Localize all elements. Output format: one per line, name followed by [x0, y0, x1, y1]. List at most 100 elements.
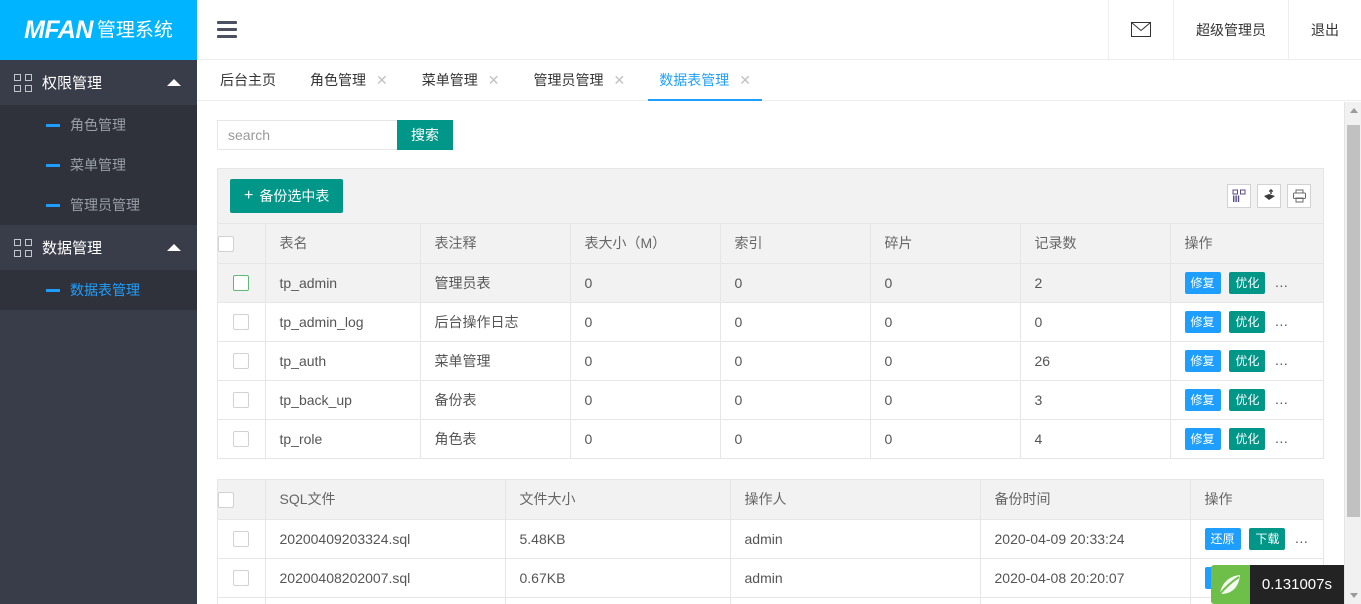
- row-checkbox[interactable]: [233, 353, 250, 370]
- tab-home[interactable]: 后台主页: [203, 60, 293, 100]
- sidebar-item-role-management[interactable]: 角色管理: [0, 105, 197, 145]
- repair-button[interactable]: 修复: [1184, 310, 1221, 333]
- messages-button[interactable]: [1108, 0, 1173, 59]
- table-row[interactable]: tp_auth 菜单管理 0 0 0 26 修复 优化 字典: [218, 341, 1323, 381]
- optimize-button[interactable]: 优化: [1229, 427, 1266, 450]
- chevron-up-icon[interactable]: [167, 244, 181, 251]
- column-header-fragment[interactable]: 碎片: [870, 224, 1021, 264]
- select-all-header: [218, 224, 266, 264]
- row-checkbox[interactable]: [233, 531, 250, 548]
- cell-record-count: 4: [1020, 419, 1171, 458]
- dictionary-button[interactable]: 字典: [1274, 388, 1311, 411]
- cell-index: 0: [720, 302, 871, 342]
- table-row[interactable]: tp_role 角色表 0 0 0 4 修复 优化 字典: [218, 419, 1323, 458]
- hamburger-icon[interactable]: [197, 0, 257, 59]
- close-icon[interactable]: ✕: [376, 73, 388, 87]
- table-row[interactable]: tp_back_up 备份表 0 0 0 3 修复 优化 字典: [218, 380, 1323, 420]
- backup-selected-button[interactable]: + 备份选中表: [230, 179, 344, 213]
- sidebar-item-admin-management[interactable]: 管理员管理: [0, 185, 197, 225]
- scroll-up-arrow[interactable]: [1345, 102, 1361, 119]
- repair-button[interactable]: 修复: [1184, 349, 1221, 372]
- dash-icon: [46, 163, 60, 167]
- cell-table-comment: 菜单管理: [420, 341, 571, 381]
- cell-table-size: 0: [570, 302, 721, 342]
- column-header-file-size[interactable]: 文件大小: [505, 480, 731, 520]
- datatable-toolbar: + 备份选中表: [218, 169, 1323, 224]
- tab-datatable-management[interactable]: 数据表管理 ✕: [642, 60, 768, 101]
- dictionary-button[interactable]: 字典: [1274, 271, 1311, 294]
- columns-icon[interactable]: [1227, 184, 1251, 208]
- app-root: MFAN 管理系统 权限管理 角色管理 菜单管理 管理员管理 数据管理 数据表管…: [0, 0, 1361, 604]
- optimize-button[interactable]: 优化: [1229, 349, 1266, 372]
- select-all-checkbox[interactable]: [218, 491, 234, 508]
- table-row[interactable]: 20200404143951.sql 5.05KB admin 2020-04-…: [218, 597, 1323, 604]
- column-header-table-name[interactable]: 表名: [265, 224, 421, 264]
- row-checkbox[interactable]: [233, 314, 250, 331]
- row-checkbox[interactable]: [233, 431, 250, 448]
- logout-button[interactable]: 退出: [1288, 0, 1361, 59]
- column-header-backup-time[interactable]: 备份时间: [980, 480, 1191, 520]
- close-icon[interactable]: ✕: [613, 73, 625, 87]
- table-row[interactable]: 20200408202007.sql 0.67KB admin 2020-04-…: [218, 558, 1323, 598]
- cell-operator: admin: [730, 597, 981, 604]
- column-header-operations: 操作: [1190, 480, 1323, 520]
- scroll-down-arrow[interactable]: [1345, 587, 1361, 604]
- sidebar-item-datatable-management[interactable]: 数据表管理: [0, 270, 197, 310]
- scrollbar-thumb[interactable]: [1347, 125, 1360, 517]
- row-checkbox[interactable]: [233, 570, 250, 587]
- optimize-button[interactable]: 优化: [1229, 388, 1266, 411]
- tab-label: 菜单管理: [421, 72, 478, 88]
- row-checkbox[interactable]: [233, 392, 250, 409]
- column-header-record-count[interactable]: 记录数: [1020, 224, 1171, 264]
- delete-button[interactable]: 删除: [1294, 527, 1323, 550]
- cell-index: 0: [720, 419, 871, 458]
- export-icon[interactable]: [1257, 184, 1281, 208]
- cell-table-name: tp_admin: [265, 263, 421, 303]
- tab-role-management[interactable]: 角色管理 ✕: [293, 60, 405, 100]
- cell-operations: 修复 优化 字典: [1170, 419, 1323, 458]
- sidebar-group-data[interactable]: 数据管理: [0, 225, 197, 270]
- dictionary-button[interactable]: 字典: [1274, 427, 1311, 450]
- close-icon[interactable]: ✕: [739, 73, 751, 87]
- column-header-sql-file[interactable]: SQL文件: [265, 480, 506, 520]
- table-row[interactable]: tp_admin 管理员表 0 0 0 2 修复 优化 字典: [218, 263, 1323, 303]
- debug-toolbar[interactable]: 0.131007s: [1210, 565, 1344, 604]
- cell-table-name: tp_admin_log: [265, 302, 421, 342]
- scrollbar-track[interactable]: [1345, 119, 1361, 587]
- repair-button[interactable]: 修复: [1184, 427, 1221, 450]
- column-header-index[interactable]: 索引: [720, 224, 871, 264]
- print-icon[interactable]: [1287, 184, 1311, 208]
- repair-button[interactable]: 修复: [1184, 271, 1221, 294]
- search-button[interactable]: 搜索: [397, 120, 453, 150]
- column-header-table-size[interactable]: 表大小（M）: [570, 224, 721, 264]
- thinkphp-leaf-icon[interactable]: [1210, 565, 1250, 604]
- chevron-up-icon[interactable]: [167, 79, 181, 86]
- row-checkbox[interactable]: [233, 275, 250, 292]
- brand-logo[interactable]: MFAN 管理系统: [0, 0, 197, 60]
- tab-admin-management[interactable]: 管理员管理 ✕: [516, 60, 642, 100]
- column-header-table-comment[interactable]: 表注释: [420, 224, 571, 264]
- table-row[interactable]: 20200409203324.sql 5.48KB admin 2020-04-…: [218, 519, 1323, 559]
- restore-button[interactable]: 还原: [1204, 527, 1241, 550]
- tab-label: 角色管理: [310, 72, 366, 88]
- table-row[interactable]: tp_admin_log 后台操作日志 0 0 0 0 修复 优化 字典: [218, 302, 1323, 342]
- backups-card: SQL文件 文件大小 操作人 备份时间 操作 20200409203324.sq…: [217, 479, 1324, 604]
- optimize-button[interactable]: 优化: [1229, 271, 1266, 294]
- page-scrollbar[interactable]: [1344, 102, 1361, 604]
- row-select-cell: [218, 302, 266, 342]
- search-input[interactable]: [217, 120, 397, 150]
- user-menu[interactable]: 超级管理员: [1173, 0, 1288, 59]
- sidebar-group-permissions[interactable]: 权限管理: [0, 60, 197, 105]
- repair-button[interactable]: 修复: [1184, 388, 1221, 411]
- download-button[interactable]: 下载: [1249, 527, 1286, 550]
- optimize-button[interactable]: 优化: [1229, 310, 1266, 333]
- tab-menu-management[interactable]: 菜单管理 ✕: [405, 60, 517, 100]
- dictionary-button[interactable]: 字典: [1274, 349, 1311, 372]
- cell-fragment: 0: [870, 380, 1021, 420]
- close-icon[interactable]: ✕: [488, 73, 500, 87]
- column-header-operator[interactable]: 操作人: [730, 480, 981, 520]
- dictionary-button[interactable]: 字典: [1274, 310, 1311, 333]
- sidebar-item-menu-management[interactable]: 菜单管理: [0, 145, 197, 185]
- select-all-checkbox[interactable]: [218, 235, 234, 252]
- sidebar-item-label: 角色管理: [70, 117, 126, 133]
